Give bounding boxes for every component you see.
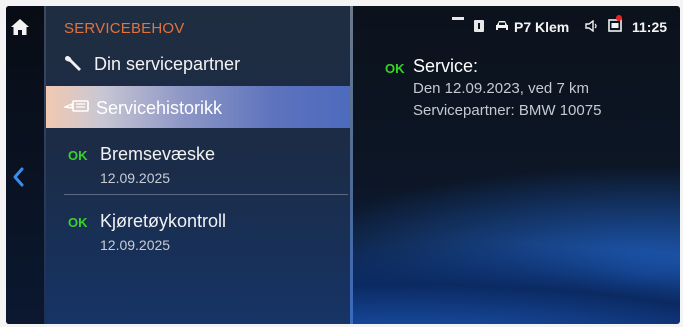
detail-service-date: Den 12.09.2023, ved 7 km (413, 80, 589, 97)
menu-item-service-partner[interactable]: Din servicepartner (46, 46, 350, 86)
panel-divider (350, 6, 353, 324)
section-title: SERVICEBEHOV (64, 20, 185, 37)
menu-item-service-history[interactable]: Servicehistorikk (46, 86, 350, 128)
menu-item-date: 12.09.2025 (100, 237, 171, 253)
detail-title: Service: (413, 56, 479, 76)
list-divider (64, 194, 348, 195)
service-book-icon (64, 100, 89, 112)
terminal-status: P7 Klem (514, 19, 570, 35)
menu-item-label: Servicehistorikk (96, 98, 223, 118)
car-icon (496, 21, 508, 30)
side-rail (6, 6, 44, 324)
speaker-icon (585, 20, 597, 32)
ok-status-badge: OK (68, 215, 88, 230)
detail-service-partner: Servicepartner: BMW 10075 (413, 102, 602, 119)
clock: 11:25 (632, 19, 668, 35)
wrench-icon (65, 56, 81, 71)
menu-item-label: Kjøretøykontroll (100, 211, 227, 231)
menu-item-label: Bremsevæske (100, 144, 216, 164)
notification-dot (616, 15, 622, 21)
home-icon[interactable] (10, 17, 30, 37)
sim-card-icon (474, 20, 484, 32)
menu-item-label: Din servicepartner (94, 54, 241, 74)
detail-ok-badge: OK (385, 61, 405, 76)
menu-item-date: 12.09.2025 (100, 170, 171, 186)
back-arrow-icon[interactable] (11, 166, 25, 188)
menu-item-brake-fluid[interactable]: OK Bremsevæske 12.09.2025 (46, 132, 350, 194)
ok-status-badge: OK (68, 148, 88, 163)
status-bar: P7 Klem 11:25 (360, 6, 680, 42)
menu-item-vehicle-inspection[interactable]: OK Kjøretøykontroll 12.09.2025 (46, 199, 350, 259)
idrive-screen: SERVICEBEHOV Din servicepartner Serviceh… (6, 6, 680, 324)
status-dash-icon (452, 17, 464, 20)
